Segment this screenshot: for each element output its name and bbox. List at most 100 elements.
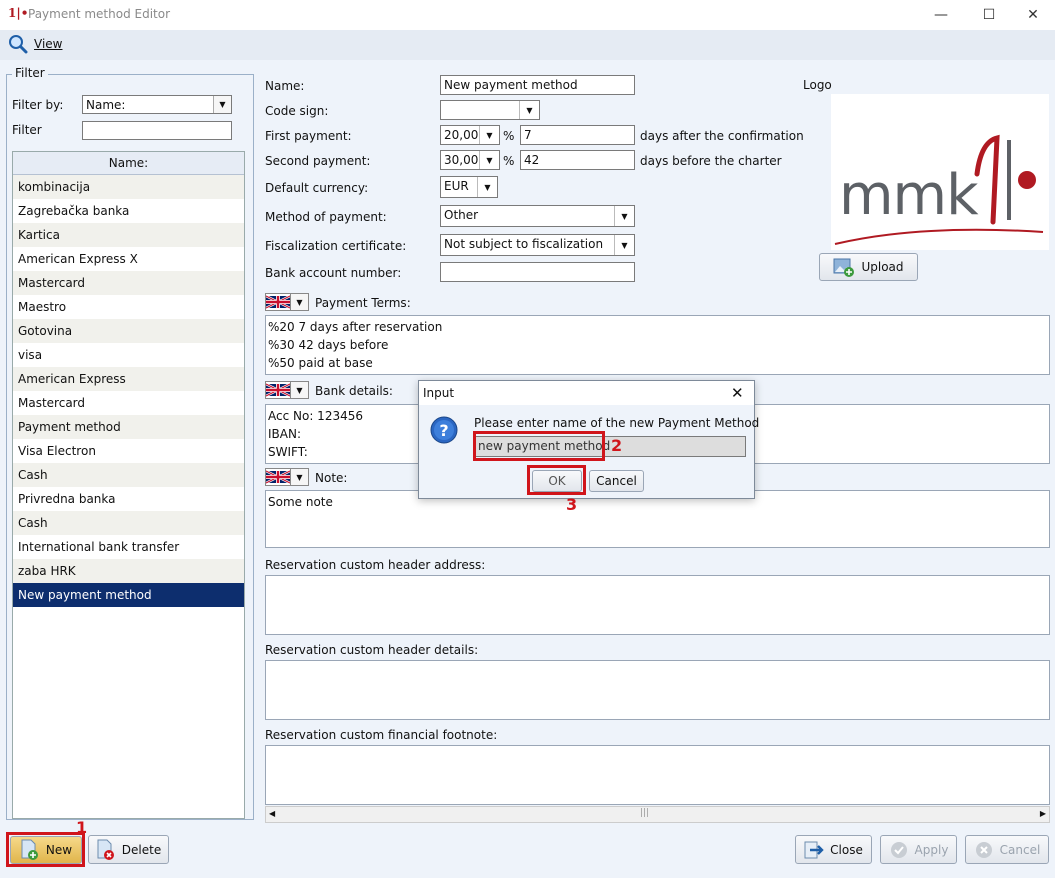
second-payment-percent-combo[interactable]: 30,00 ▼ xyxy=(440,150,500,170)
footnote-label: Reservation custom financial footnote: xyxy=(265,728,498,742)
header-address-label: Reservation custom header address: xyxy=(265,558,486,572)
check-icon xyxy=(890,841,907,858)
chevron-down-icon[interactable]: ▼ xyxy=(213,96,231,113)
filter-legend: Filter xyxy=(12,66,48,80)
code-sign-label: Code sign: xyxy=(265,104,329,118)
chevron-down-icon[interactable]: ▼ xyxy=(291,293,309,311)
filter-input[interactable] xyxy=(82,121,232,140)
footnote-textarea[interactable] xyxy=(265,745,1050,805)
list-item[interactable]: Cash xyxy=(13,463,244,487)
name-label: Name: xyxy=(265,79,305,93)
delete-button[interactable]: Delete xyxy=(88,835,169,864)
delete-label: Delete xyxy=(121,842,162,857)
view-menu-label: View xyxy=(34,37,63,51)
view-menu[interactable]: View xyxy=(8,34,62,54)
maximize-button[interactable]: ☐ xyxy=(966,0,1012,30)
first-payment-percent: 20,00 xyxy=(444,128,479,142)
chevron-down-icon[interactable]: ▼ xyxy=(519,101,539,119)
note-label: Note: xyxy=(315,471,348,485)
list-item[interactable]: New payment method xyxy=(13,583,244,607)
svg-text:?: ? xyxy=(439,421,448,440)
chevron-down-icon[interactable]: ▼ xyxy=(291,381,309,399)
cancel-button[interactable]: Cancel xyxy=(965,835,1049,864)
list-item[interactable]: kombinacija xyxy=(13,175,244,199)
list-item[interactable]: Visa Electron xyxy=(13,439,244,463)
upload-button[interactable]: Upload xyxy=(819,253,918,281)
scroll-right-icon[interactable]: ▶ xyxy=(1040,809,1046,818)
first-payment-percent-combo[interactable]: 20,00 ▼ xyxy=(440,125,500,145)
chevron-down-icon[interactable]: ▼ xyxy=(614,206,634,226)
bank-account-input[interactable] xyxy=(440,262,635,282)
cancel-label: Cancel xyxy=(999,842,1041,857)
bank-details-language[interactable]: ▼ xyxy=(265,381,309,399)
code-sign-combo[interactable]: ▼ xyxy=(440,100,540,120)
list-item[interactable]: Cash xyxy=(13,511,244,535)
second-payment-days-input[interactable]: 42 xyxy=(520,150,635,170)
payment-terms-label: Payment Terms: xyxy=(315,296,411,310)
apply-button[interactable]: Apply xyxy=(880,835,957,864)
annotation-step-2: 2 xyxy=(611,436,623,455)
annotation-highlight-input xyxy=(473,431,605,461)
method-combo[interactable]: Other ▼ xyxy=(440,205,635,227)
list-item[interactable]: Privredna banka xyxy=(13,487,244,511)
dialog-close-icon[interactable]: ✕ xyxy=(731,384,744,402)
list-header[interactable]: Name: xyxy=(13,152,244,175)
scroll-thumb-grip-icon[interactable]: ||| xyxy=(640,808,649,818)
bank-account-label: Bank account number: xyxy=(265,266,402,280)
list-item[interactable]: Zagrebačka banka xyxy=(13,199,244,223)
payment-terms-line: %50 paid at base xyxy=(268,356,373,370)
list-item[interactable]: Kartica xyxy=(13,223,244,247)
header-details-textarea[interactable] xyxy=(265,660,1050,720)
header-address-textarea[interactable] xyxy=(265,575,1050,635)
list-item[interactable]: Maestro xyxy=(13,295,244,319)
uk-flag-icon xyxy=(265,468,291,486)
filter-by-combo[interactable]: Name: ▼ xyxy=(82,95,232,114)
name-input[interactable]: New payment method xyxy=(440,75,635,95)
exit-arrow-icon xyxy=(804,841,824,858)
list-item[interactable]: International bank transfer xyxy=(13,535,244,559)
chevron-down-icon[interactable]: ▼ xyxy=(477,177,497,197)
second-payment-suffix: days before the charter xyxy=(640,154,782,168)
note-language[interactable]: ▼ xyxy=(265,468,309,486)
first-payment-days-input[interactable]: 7 xyxy=(520,125,635,145)
annotation-step-3: 3 xyxy=(566,495,578,514)
cancel-icon xyxy=(975,841,992,858)
scroll-left-icon[interactable]: ◀ xyxy=(269,809,275,818)
list-item[interactable]: American Express X xyxy=(13,247,244,271)
horizontal-scrollbar[interactable]: ◀ ||| ▶ xyxy=(265,806,1050,823)
dialog-message: Please enter name of the new Payment Met… xyxy=(474,416,760,430)
list-item[interactable]: Gotovina xyxy=(13,319,244,343)
logo-label: Logo xyxy=(803,78,832,92)
list-item[interactable]: visa xyxy=(13,343,244,367)
window-title: Payment method Editor xyxy=(28,7,171,21)
currency-combo[interactable]: EUR ▼ xyxy=(440,176,498,198)
payment-terms-language[interactable]: ▼ xyxy=(265,293,309,311)
uk-flag-icon xyxy=(265,293,291,311)
menu-bar: View xyxy=(0,30,1055,60)
chevron-down-icon[interactable]: ▼ xyxy=(479,151,499,169)
method-value: Other xyxy=(444,208,479,222)
list-item[interactable]: zaba HRK xyxy=(13,559,244,583)
filter-label: Filter xyxy=(12,123,42,137)
list-item[interactable]: Mastercard xyxy=(13,271,244,295)
payment-terms-textarea[interactable]: %20 7 days after reservation %30 42 days… xyxy=(265,315,1050,375)
annotation-highlight-ok xyxy=(527,465,586,495)
logo-image: mmk xyxy=(831,94,1049,250)
minimize-button[interactable]: — xyxy=(918,0,964,30)
fiscal-value: Not subject to fiscalization xyxy=(444,237,604,251)
chevron-down-icon[interactable]: ▼ xyxy=(291,468,309,486)
close-window-button[interactable]: ✕ xyxy=(1010,0,1055,30)
uk-flag-icon xyxy=(265,381,291,399)
method-label: Method of payment: xyxy=(265,210,387,224)
list-item[interactable]: Payment method xyxy=(13,415,244,439)
dialog-cancel-button[interactable]: Cancel xyxy=(589,470,644,492)
question-icon: ? xyxy=(430,416,458,444)
first-payment-label: First payment: xyxy=(265,129,352,143)
chevron-down-icon[interactable]: ▼ xyxy=(614,235,634,255)
list-item[interactable]: Mastercard xyxy=(13,391,244,415)
list-item[interactable]: American Express xyxy=(13,367,244,391)
close-button[interactable]: Close xyxy=(795,835,872,864)
fiscal-combo[interactable]: Not subject to fiscalization ▼ xyxy=(440,234,635,256)
percent-sign: % xyxy=(503,154,515,168)
chevron-down-icon[interactable]: ▼ xyxy=(479,126,499,144)
